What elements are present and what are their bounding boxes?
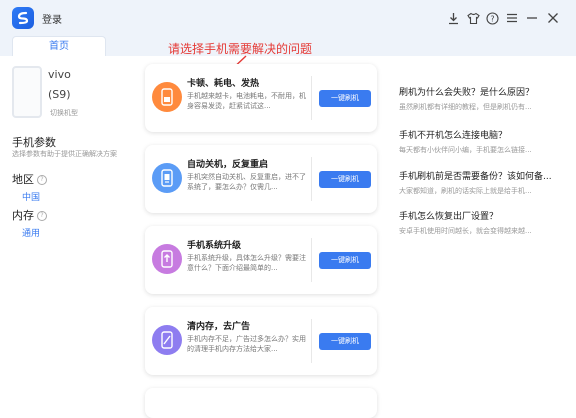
memory-label-text: 内存 xyxy=(12,209,34,222)
card-title: 清内存，去广告 xyxy=(187,322,251,332)
minimize-icon[interactable] xyxy=(523,9,541,27)
memory-help-icon[interactable]: ? xyxy=(37,211,47,221)
close-icon[interactable] xyxy=(544,9,562,27)
device-brand: vivo xyxy=(48,68,71,81)
region-label: 地区? xyxy=(12,171,47,187)
phone-upgrade-icon xyxy=(152,244,182,274)
phone-restart-icon xyxy=(152,163,182,193)
card-divider xyxy=(311,157,312,201)
memory-value[interactable]: 通用 xyxy=(22,226,40,239)
phone-clean-icon xyxy=(152,325,182,355)
article-item[interactable]: 手机怎么恢复出厂设置？ 安卓手机使用时间越长，就会变得越来越... xyxy=(399,209,569,236)
card-title: 手机系统升级 xyxy=(187,241,242,251)
params-title: 手机参数 xyxy=(12,136,56,149)
app-logo xyxy=(12,7,34,29)
flash-button[interactable]: 一键刷机 xyxy=(319,90,371,107)
article-snippet: 安卓手机使用时间越长，就会变得越来越... xyxy=(399,227,532,235)
card-divider xyxy=(311,76,312,120)
region-value[interactable]: 中国 xyxy=(22,190,40,203)
article-item[interactable]: 手机刷机前是否需要备份？该如何备... 大家都知道，刷机的话实际上就是给手机..… xyxy=(399,169,569,196)
params-desc: 选择参数有助于提供正确解决方案 xyxy=(12,150,117,158)
card-desc: 手机内存不足，广告过多怎么办？实用的清理手机内存方法给大家... xyxy=(187,335,306,353)
memory-label: 内存? xyxy=(12,207,47,223)
card-lag-battery-heat[interactable]: 卡顿、耗电、发热 手机越来越卡，电池耗电，不耐用，机身容易发烫，赶紧试试这...… xyxy=(145,64,377,132)
svg-text:?: ? xyxy=(490,14,494,23)
card-system-upgrade[interactable]: 手机系统升级 手机系统升级，具体怎么升级？需要注意什么？下面介绍最简单的... … xyxy=(145,226,377,294)
article-item[interactable]: 刷机为什么会失败？是什么原因？ 虽然刷机都有详细的教程，但是刷机仍有... xyxy=(399,85,569,112)
region-help-icon[interactable]: ? xyxy=(37,175,47,185)
flash-button[interactable]: 一键刷机 xyxy=(319,171,371,188)
flash-button[interactable]: 一键刷机 xyxy=(319,252,371,269)
article-title[interactable]: 手机不开机怎么连接电脑？ xyxy=(399,128,569,141)
article-item[interactable]: 手机不开机怎么连接电脑？ 每天都有小伙伴问小编，手机要怎么链接... xyxy=(399,128,569,155)
article-snippet: 大家都知道，刷机的话实际上就是给手机... xyxy=(399,187,532,195)
card-title: 卡顿、耗电、发热 xyxy=(187,79,260,89)
tab-home[interactable]: 首页 xyxy=(12,36,106,57)
flash-button[interactable]: 一键刷机 xyxy=(319,333,371,350)
article-snippet: 每天都有小伙伴问小编，手机要怎么链接... xyxy=(399,146,532,154)
phone-heat-icon xyxy=(152,82,182,112)
login-link[interactable]: 登录 xyxy=(42,11,62,26)
card-clean-memory[interactable]: 清内存，去广告 手机内存不足，广告过多怎么办？实用的清理手机内存方法给大家...… xyxy=(145,307,377,375)
phone-image xyxy=(12,66,42,118)
device-model: (S9) xyxy=(48,88,71,101)
switch-model-link[interactable]: 切换机型 xyxy=(50,108,78,118)
card-desc: 手机突然自动关机、反复重启，进不了系统了，要怎么办？仅需几... xyxy=(187,173,306,191)
article-title[interactable]: 手机怎么恢复出厂设置？ xyxy=(399,209,569,222)
article-title[interactable]: 手机刷机前是否需要备份？该如何备... xyxy=(399,169,569,182)
card-desc: 手机越来越卡，电池耗电，不耐用，机身容易发烫，赶紧试试这... xyxy=(187,92,306,110)
title-bar: 登录 ? xyxy=(0,0,576,37)
menu-icon[interactable] xyxy=(503,9,521,27)
help-icon[interactable]: ? xyxy=(483,9,501,27)
download-icon[interactable] xyxy=(444,9,462,27)
article-snippet: 虽然刷机都有详细的教程，但是刷机仍有... xyxy=(399,103,532,111)
card-title: 自动关机，反复重启 xyxy=(187,160,269,170)
article-title[interactable]: 刷机为什么会失败？是什么原因？ xyxy=(399,85,569,98)
card-divider xyxy=(311,238,312,282)
card-divider xyxy=(311,319,312,363)
card-desc: 手机系统升级，具体怎么升级？需要注意什么？下面介绍最简单的... xyxy=(187,254,306,272)
card-auto-shutdown[interactable]: 自动关机，反复重启 手机突然自动关机、反复重启，进不了系统了，要怎么办？仅需几.… xyxy=(145,145,377,213)
shirt-icon[interactable] xyxy=(464,9,482,27)
region-label-text: 地区 xyxy=(12,173,34,186)
card-partial[interactable] xyxy=(145,388,377,418)
